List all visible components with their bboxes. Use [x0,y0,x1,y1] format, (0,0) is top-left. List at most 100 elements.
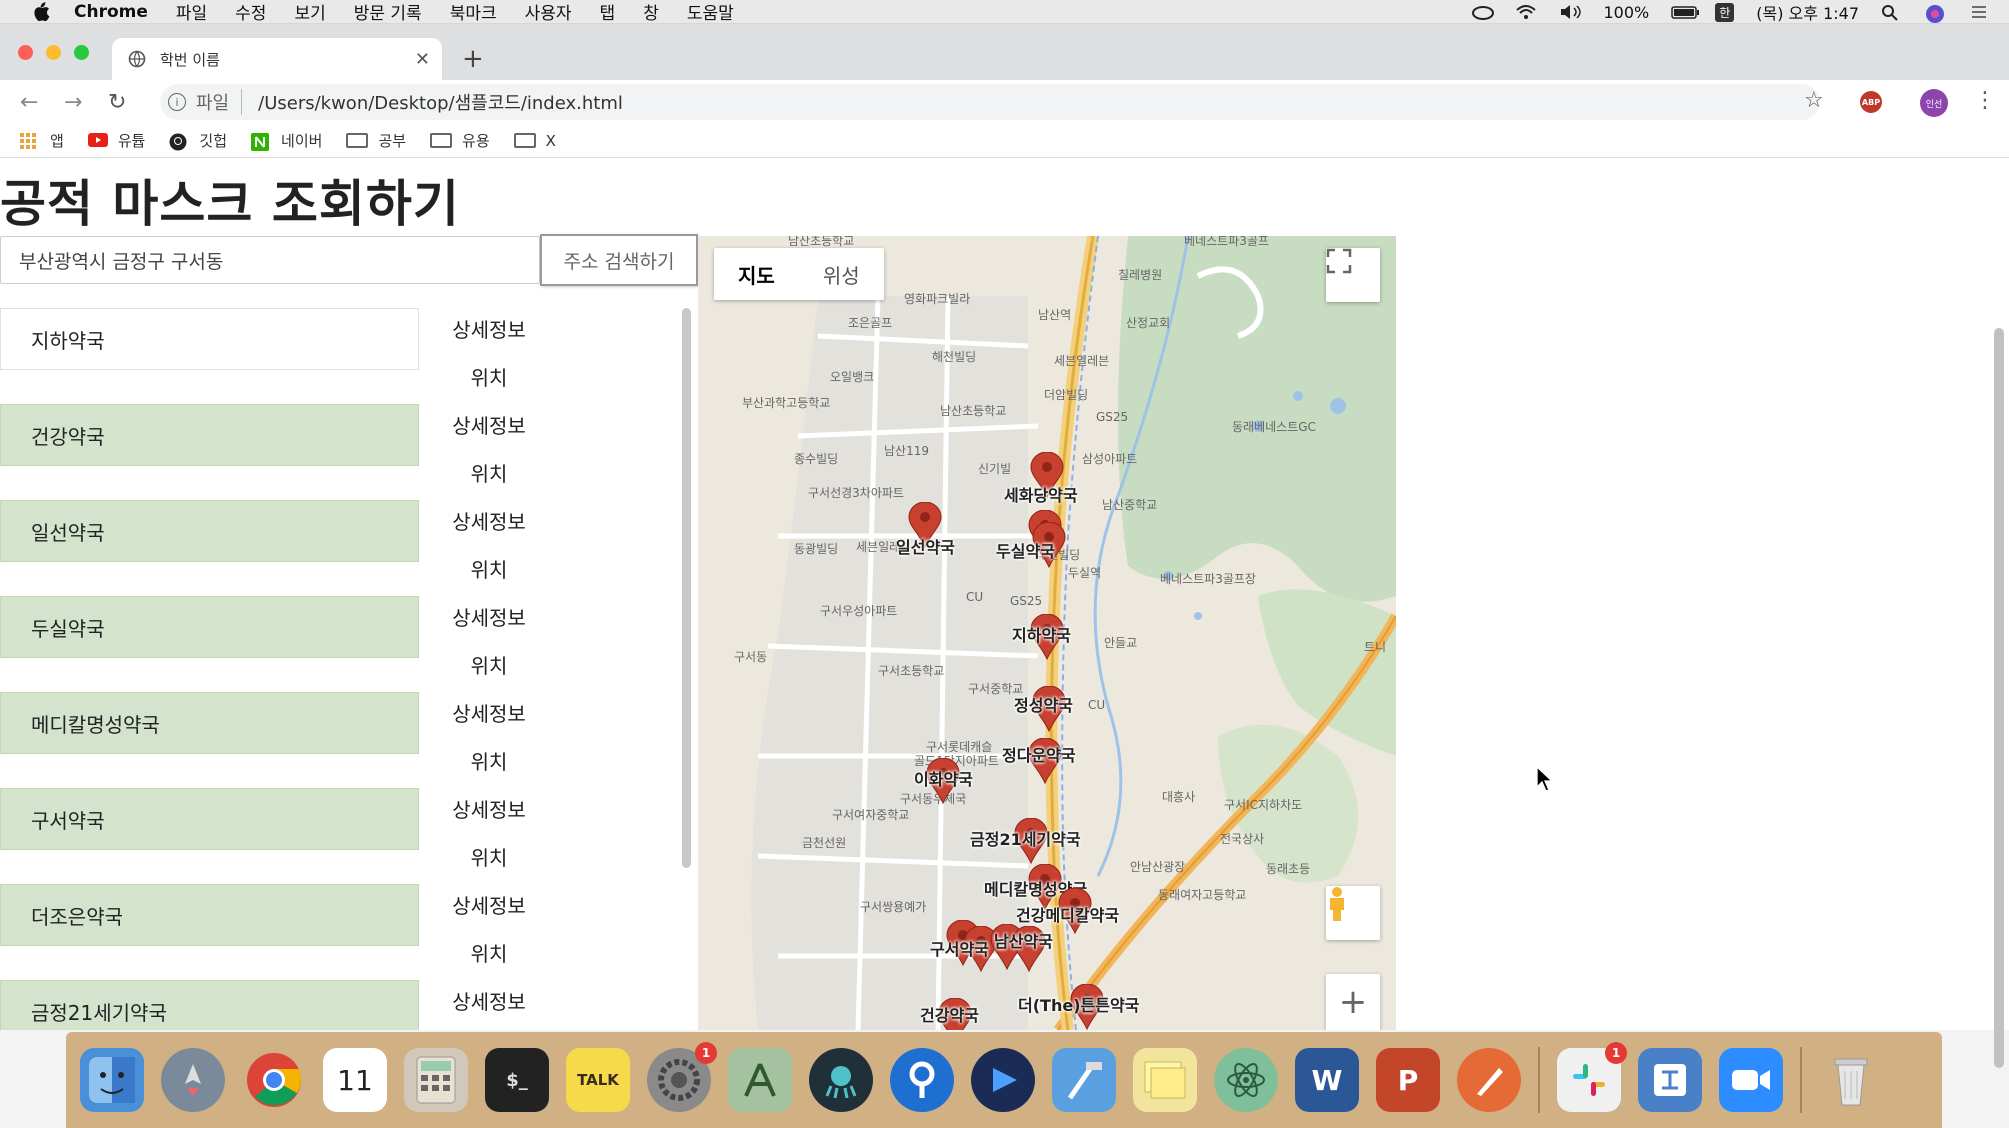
browser-tab[interactable]: 학번 이름 ✕ [112,38,442,80]
back-arrow-icon[interactable]: ← [20,90,38,115]
chrome-menu-icon[interactable]: ⋮ [1974,88,1996,113]
detail-button[interactable]: 상세정보 [420,688,558,736]
menu-file[interactable]: 파일 [176,0,207,24]
address-search-button[interactable]: 주소 검색하기 [540,234,698,286]
url-text[interactable]: /Users/kwon/Desktop/샘플코드/index.html [258,89,623,115]
zoom-in-button[interactable]: + [1326,974,1380,1030]
stickies-icon[interactable] [1133,1048,1197,1112]
location-button[interactable]: 위치 [420,736,558,784]
location-button[interactable]: 위치 [420,544,558,592]
bookmark-github[interactable]: 깃헙 [169,130,227,151]
gitkraken-icon[interactable] [809,1048,873,1112]
detail-button[interactable]: 상세정보 [420,592,558,640]
address-bar[interactable]: i 파일 /Users/kwon/Desktop/샘플코드/index.html [160,84,1820,120]
app-blue-icon[interactable] [971,1048,1035,1112]
word-icon[interactable]: W [1295,1048,1359,1112]
street-view-pegman-icon[interactable] [1326,886,1380,940]
address-search-input[interactable] [0,236,540,284]
creative-cloud-icon[interactable] [1471,4,1495,20]
input-method-indicator[interactable]: 한 [1715,2,1735,22]
window-close-button[interactable] [18,45,33,60]
location-button[interactable]: 위치 [420,832,558,880]
window-minimize-button[interactable] [46,45,61,60]
zoom-icon[interactable] [1719,1048,1783,1112]
bookmark-naver[interactable]: 네이버 [251,130,322,151]
bookmark-folder-useful[interactable]: 유용 [430,130,490,151]
siri-icon[interactable] [1925,4,1947,23]
tab-close-icon[interactable]: ✕ [415,49,430,70]
detail-button[interactable]: 상세정보 [420,880,558,928]
detail-button[interactable]: 상세정보 [420,784,558,832]
trash-icon[interactable] [1819,1048,1883,1112]
powerpoint-icon[interactable]: P [1376,1048,1440,1112]
android-studio-icon[interactable] [728,1048,792,1112]
adblock-plus-icon[interactable]: ABP [1860,91,1882,113]
slack-icon[interactable]: 1 [1557,1042,1627,1112]
pharmacy-name[interactable]: 금정21세기약국 [0,980,419,1030]
pharmacy-name[interactable]: 건강약국 [0,404,419,466]
pharmacy-name[interactable]: 더조은약국 [0,884,419,946]
bookmark-folder-study[interactable]: 공부 [346,130,406,151]
location-button[interactable]: 위치 [420,928,558,976]
battery-icon[interactable] [1671,4,1700,20]
menu-bookmarks[interactable]: 북마크 [450,0,497,24]
notification-center-icon[interactable] [1969,4,1991,20]
pharmacy-name[interactable]: 메디칼명성약국 [0,692,419,754]
menu-window[interactable]: 창 [643,0,659,24]
list-scrollbar[interactable] [682,308,691,868]
map-type-map-button[interactable]: 지도 [714,248,799,300]
bookmark-star-icon[interactable]: ☆ [1804,88,1824,113]
menubar-clock[interactable]: (목) 오후 1:47 [1756,0,1859,24]
map-type-satellite-button[interactable]: 위성 [799,248,884,300]
hangul-icon[interactable] [1638,1048,1702,1112]
xcode-icon[interactable] [1052,1048,1116,1112]
volume-icon[interactable] [1559,4,1582,20]
menu-history[interactable]: 방문 기록 [354,0,422,24]
pharmacy-name[interactable]: 지하약국 [0,308,419,370]
menu-edit[interactable]: 수정 [235,0,266,24]
wifi-icon[interactable] [1515,4,1537,20]
spotlight-search-icon[interactable] [1881,4,1903,21]
detail-button[interactable]: 상세정보 [420,976,558,1024]
pharmacy-name[interactable]: 구서약국 [0,788,419,850]
menu-view[interactable]: 보기 [294,0,325,24]
location-button[interactable]: 위치 [420,448,558,496]
menu-people[interactable]: 사용자 [525,0,572,24]
bookmark-apps[interactable]: 앱 [20,130,64,151]
fullscreen-icon[interactable] [1326,248,1380,302]
detail-button[interactable]: 상세정보 [420,496,558,544]
location-button[interactable]: 위치 [420,352,558,400]
atom-icon[interactable] [1214,1048,1278,1112]
calculator-icon[interactable] [404,1048,468,1112]
bookmark-folder-x[interactable]: X [513,132,556,150]
new-tab-button[interactable]: + [462,44,484,74]
finder-icon[interactable] [80,1048,144,1112]
reload-icon[interactable]: ↻ [108,90,126,115]
sourcetree-icon[interactable] [890,1048,954,1112]
map-place-label: 남산119 [884,444,929,458]
apple-menu-icon[interactable] [30,1,52,23]
chrome-icon[interactable] [242,1048,306,1112]
forward-arrow-icon[interactable]: → [64,90,82,115]
detail-button[interactable]: 상세정보 [420,304,558,352]
info-icon[interactable]: i [168,93,186,111]
menu-tab[interactable]: 탭 [600,0,616,24]
dock-separator [1800,1047,1802,1113]
terminal-icon[interactable]: $_ [485,1048,549,1112]
launchpad-icon[interactable] [161,1048,225,1112]
kakaotalk-icon[interactable]: TALK [566,1048,630,1112]
pharmacy-name[interactable]: 일선약국 [0,500,419,562]
menu-app-chrome[interactable]: Chrome [74,2,148,22]
detail-button[interactable]: 상세정보 [420,400,558,448]
window-zoom-button[interactable] [74,45,89,60]
system-preferences-icon[interactable]: 1 [647,1042,717,1112]
bookmark-youtube[interactable]: 유튭 [87,130,145,151]
location-button[interactable]: 위치 [420,640,558,688]
calendar-icon[interactable]: 11 [323,1048,387,1112]
pharmacy-name[interactable]: 두실약국 [0,596,419,658]
profile-avatar[interactable]: 인선 [1920,89,1948,117]
menu-help[interactable]: 도움말 [687,0,734,24]
sketch-icon[interactable] [1457,1048,1521,1112]
page-scrollbar[interactable] [1994,328,2004,1068]
google-map[interactable]: 남산초등학교 영화파크빌라 남산역 산정교회 조은골프 해천빌딩 세븐일레븐 오… [698,236,1396,1030]
